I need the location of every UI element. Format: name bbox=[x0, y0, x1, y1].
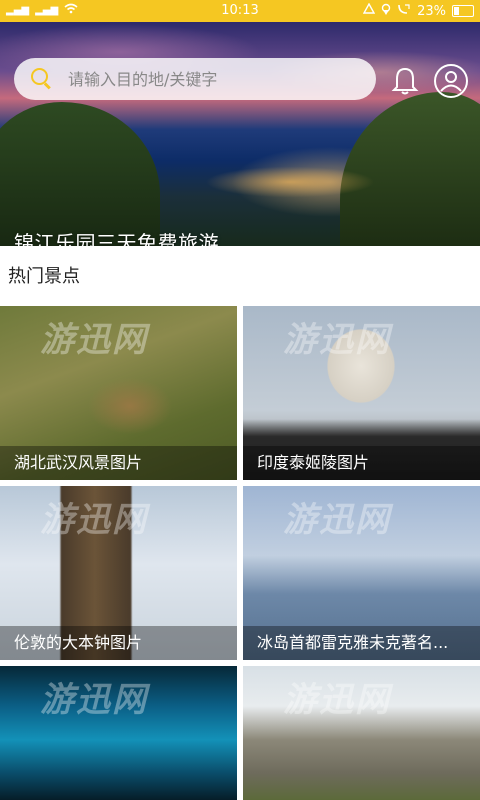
hero-city-lights bbox=[150, 142, 400, 202]
attraction-grid: 游迅网 湖北武汉风景图片 游迅网 印度泰姬陵图片 游迅网 伦敦的大本钟图片 游迅… bbox=[0, 306, 480, 800]
attraction-card[interactable]: 游迅网 bbox=[243, 666, 480, 800]
attraction-label: 湖北武汉风景图片 bbox=[0, 446, 237, 480]
bell-icon[interactable] bbox=[391, 66, 419, 96]
watermark: 游迅网 bbox=[283, 680, 391, 720]
search-bar[interactable] bbox=[14, 58, 376, 100]
search-input[interactable] bbox=[66, 68, 376, 90]
battery-percent: 23% bbox=[417, 3, 446, 19]
watermark: 游迅网 bbox=[40, 680, 148, 720]
hero-banner[interactable]: 锦江乐园三天免费旅游 bbox=[0, 22, 480, 246]
watermark: 游迅网 bbox=[283, 320, 391, 360]
attraction-card[interactable]: 游迅网 印度泰姬陵图片 bbox=[243, 306, 480, 480]
section-title: 热门景点 bbox=[8, 266, 80, 287]
location-icon bbox=[381, 3, 391, 19]
status-bar: ▂▄▆ ▂▄▆ 10:13 23% bbox=[0, 0, 480, 22]
battery-icon bbox=[452, 5, 474, 17]
hero-hill-left bbox=[0, 102, 160, 246]
watermark: 游迅网 bbox=[283, 500, 391, 540]
attraction-card[interactable]: 游迅网 伦敦的大本钟图片 bbox=[0, 486, 237, 660]
attraction-label: 伦敦的大本钟图片 bbox=[0, 626, 237, 660]
attraction-label: 印度泰姬陵图片 bbox=[243, 446, 480, 480]
attraction-label: 冰岛首都雷克雅未克著名... bbox=[243, 626, 480, 660]
attraction-card[interactable]: 游迅网 冰岛首都雷克雅未克著名... bbox=[243, 486, 480, 660]
watermark: 游迅网 bbox=[40, 500, 148, 540]
attraction-card[interactable]: 游迅网 bbox=[0, 666, 237, 800]
attraction-card[interactable]: 游迅网 湖北武汉风景图片 bbox=[0, 306, 237, 480]
volte-icon bbox=[397, 3, 411, 19]
watermark: 游迅网 bbox=[40, 320, 148, 360]
hero-caption[interactable]: 锦江乐园三天免费旅游 bbox=[14, 227, 219, 246]
alarm-icon bbox=[362, 2, 376, 19]
search-icon bbox=[30, 67, 54, 91]
user-avatar-icon[interactable] bbox=[434, 64, 468, 98]
